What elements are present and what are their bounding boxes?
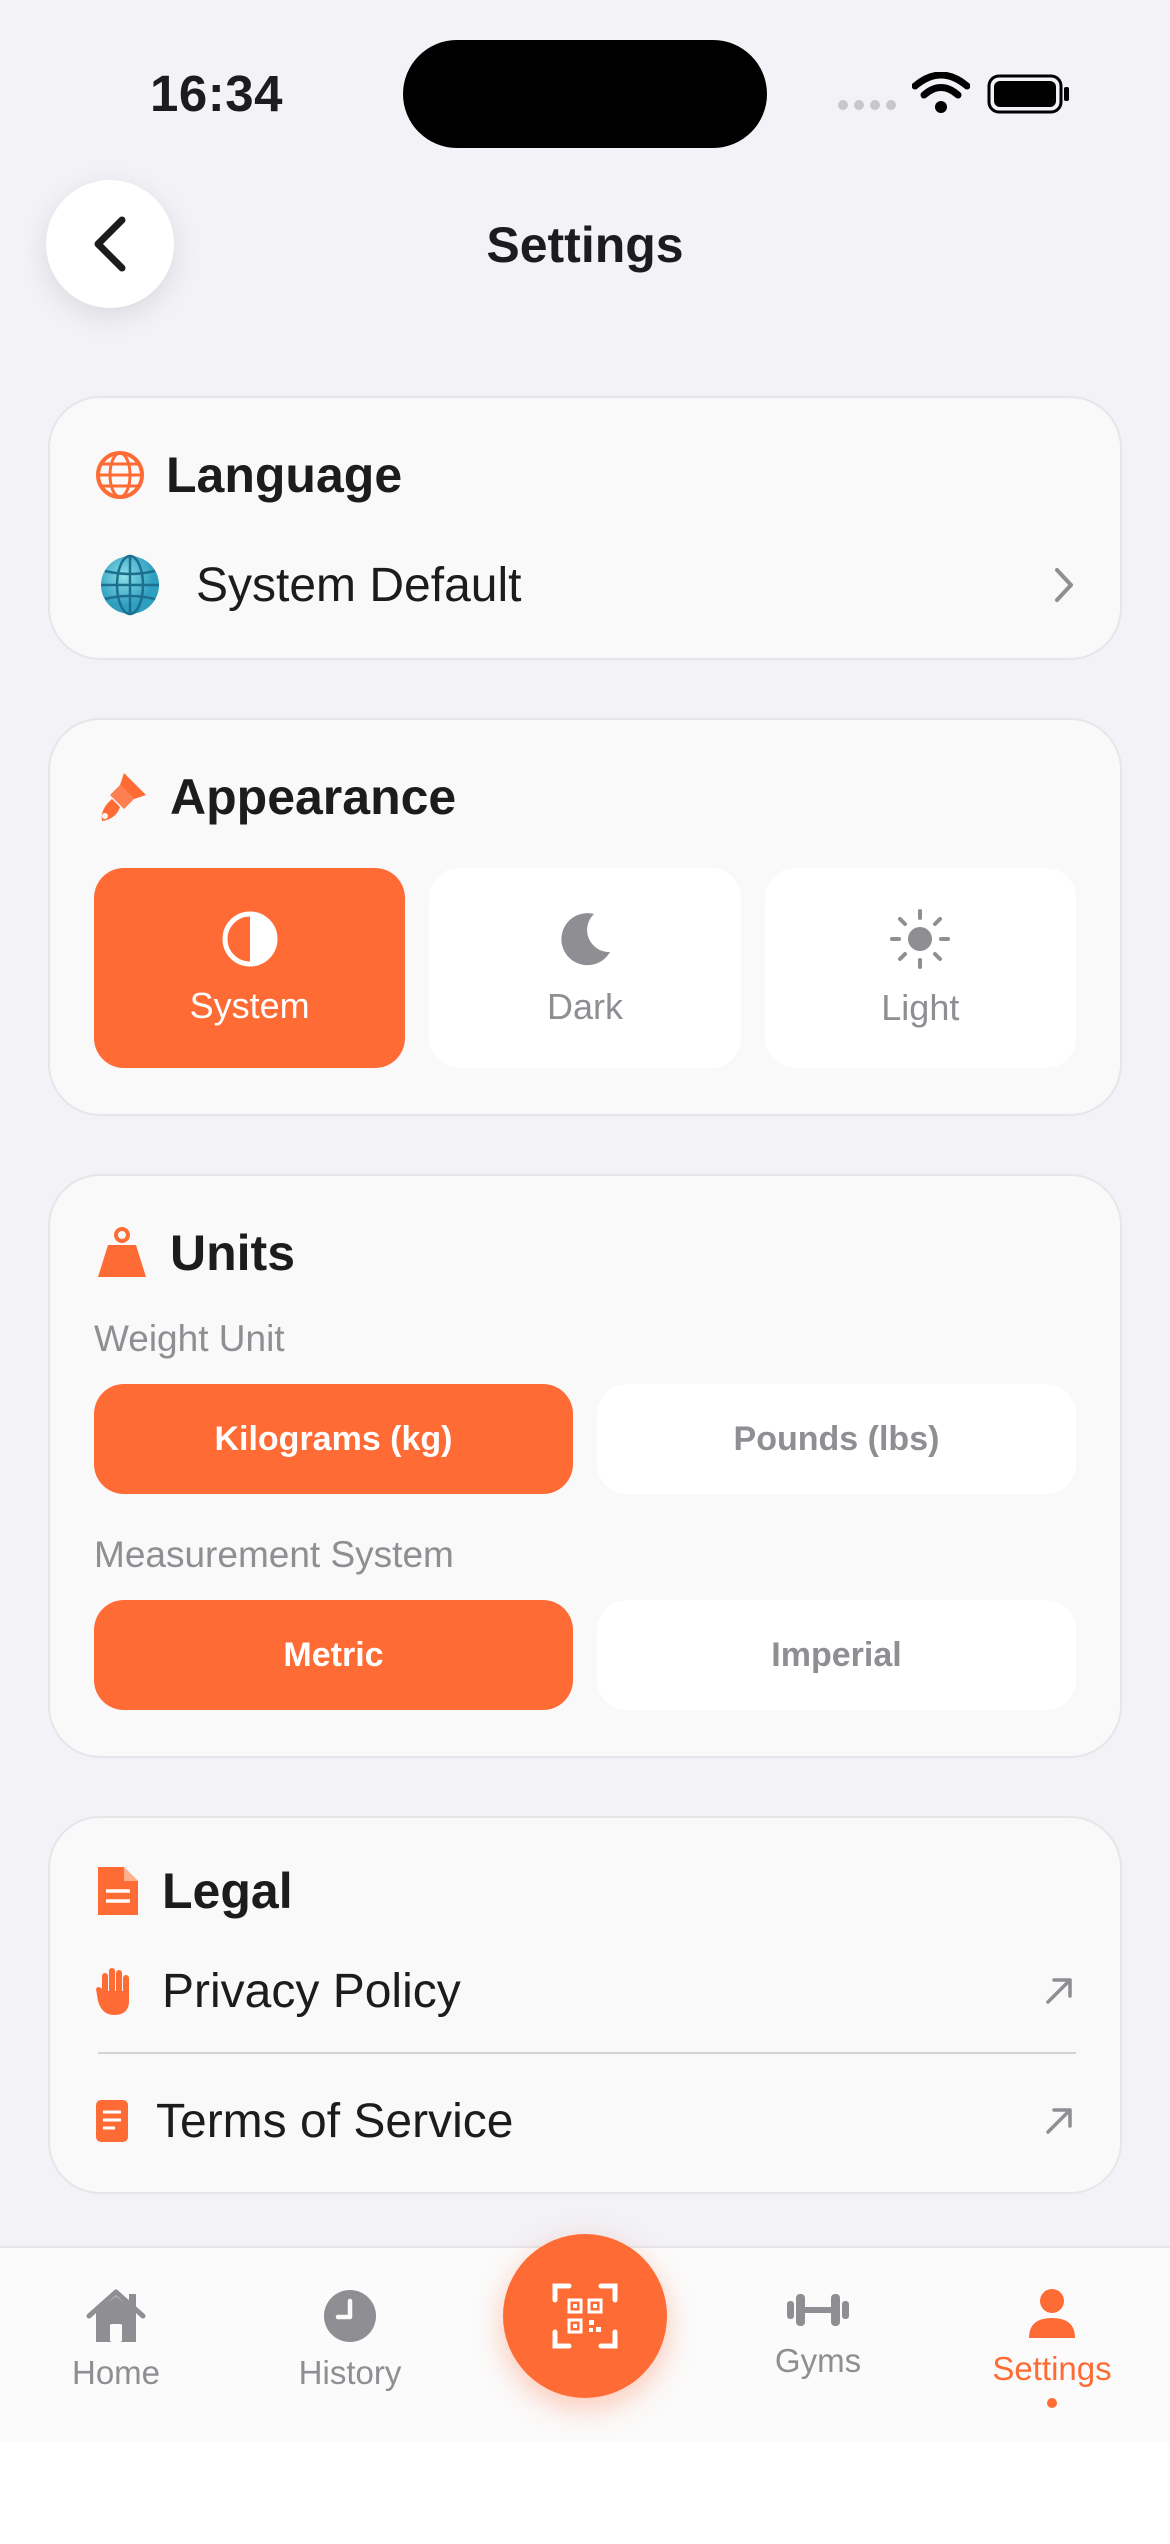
appearance-option-label: Dark bbox=[546, 986, 623, 1027]
sun-icon bbox=[890, 909, 951, 969]
document-text-icon bbox=[96, 2100, 128, 2142]
half-circle-icon bbox=[222, 911, 278, 967]
language-card: Language System Default bbox=[48, 396, 1122, 660]
privacy-policy-row[interactable]: Privacy Policy bbox=[94, 1936, 1076, 2046]
status-time: 16:34 bbox=[150, 65, 283, 122]
language-selector-row[interactable]: System Default bbox=[98, 540, 1076, 630]
measurement-option-imperial[interactable]: Imperial bbox=[597, 1600, 1076, 1710]
globe-icon bbox=[96, 451, 144, 499]
language-header: Language bbox=[94, 446, 402, 504]
tab-label: Gyms bbox=[774, 2342, 862, 2379]
battery-icon bbox=[987, 74, 1069, 114]
language-value: System Default bbox=[196, 558, 522, 612]
terms-of-service-label: Terms of Service bbox=[156, 2094, 514, 2148]
home-indicator-area bbox=[0, 2442, 1170, 2544]
paintbrush-icon bbox=[101, 773, 146, 821]
weight-unit-options: Kilograms (kg) Pounds (lbs) bbox=[94, 1384, 1076, 1494]
weight-option-lbs[interactable]: Pounds (lbs) bbox=[597, 1384, 1076, 1494]
measurement-option-metric[interactable]: Metric bbox=[94, 1600, 573, 1710]
page-title: Settings bbox=[486, 217, 684, 273]
units-title: Units bbox=[170, 1225, 295, 1281]
language-title: Language bbox=[166, 447, 403, 503]
legal-card: Legal Privacy Policy Terms of Service bbox=[48, 1816, 1122, 2194]
appearance-option-label: System bbox=[189, 985, 310, 1026]
privacy-policy-label: Privacy Policy bbox=[162, 1964, 461, 2018]
tab-gyms[interactable]: Gyms bbox=[728, 2288, 908, 2380]
external-link-arrow-icon bbox=[1046, 1978, 1072, 2004]
units-header: Units bbox=[94, 1224, 295, 1282]
hand-raised-icon bbox=[96, 1968, 129, 2015]
person-icon bbox=[1029, 2289, 1075, 2338]
terms-of-service-row[interactable]: Terms of Service bbox=[94, 2066, 1076, 2176]
wifi-icon bbox=[912, 72, 970, 113]
cellular-signal-icon bbox=[838, 100, 896, 110]
measurement-system-label: Measurement System bbox=[94, 1534, 454, 1575]
appearance-option-dark[interactable]: Dark bbox=[429, 868, 741, 1068]
units-card: Units Weight Unit Kilograms (kg) Pounds … bbox=[48, 1174, 1122, 1758]
tab-label: History bbox=[298, 2354, 402, 2391]
house-icon bbox=[86, 2289, 146, 2342]
status-bar: 16:34 bbox=[0, 0, 1170, 190]
weight-option-kg[interactable]: Kilograms (kg) bbox=[94, 1384, 573, 1494]
appearance-title: Appearance bbox=[170, 769, 457, 825]
clock-icon bbox=[324, 2290, 376, 2342]
dynamic-island bbox=[403, 40, 767, 148]
active-tab-indicator bbox=[1047, 2398, 1057, 2408]
legal-divider bbox=[98, 2052, 1076, 2054]
weight-unit-label: Weight Unit bbox=[94, 1318, 285, 1359]
document-icon bbox=[98, 1867, 138, 1915]
qr-scan-icon bbox=[552, 2283, 618, 2349]
appearance-options: System Dark Light bbox=[94, 868, 1076, 1068]
weight-icon bbox=[98, 1227, 146, 1277]
appearance-header: Appearance bbox=[94, 768, 456, 826]
external-link-arrow-icon bbox=[1046, 2108, 1072, 2134]
appearance-option-system[interactable]: System bbox=[94, 868, 406, 1068]
appearance-option-label: Light bbox=[881, 987, 960, 1028]
tab-label: Home bbox=[71, 2354, 161, 2391]
moon-icon bbox=[561, 913, 610, 966]
tab-settings[interactable]: Settings bbox=[962, 2288, 1142, 2408]
tab-home[interactable]: Home bbox=[26, 2288, 206, 2392]
scan-qr-button[interactable] bbox=[503, 2234, 667, 2398]
chevron-right-icon bbox=[1055, 568, 1073, 602]
dumbbell-icon bbox=[787, 2294, 849, 2326]
legal-title: Legal bbox=[162, 1863, 293, 1919]
appearance-option-light[interactable]: Light bbox=[764, 868, 1076, 1068]
measurement-system-options: Metric Imperial bbox=[94, 1600, 1076, 1710]
globe-meridians-icon bbox=[101, 554, 159, 616]
tab-label: Settings bbox=[992, 2350, 1112, 2387]
appearance-card: Appearance System Dark Light bbox=[48, 718, 1122, 1116]
legal-header: Legal bbox=[94, 1862, 293, 1920]
tab-history[interactable]: History bbox=[260, 2288, 440, 2392]
